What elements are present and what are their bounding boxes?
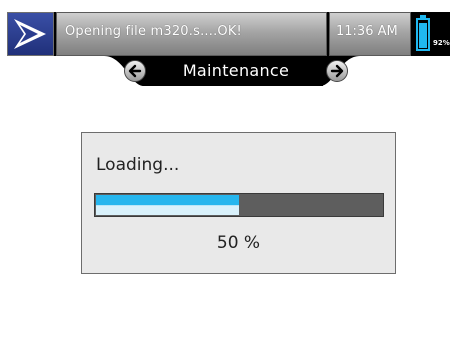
logo-icon — [14, 19, 46, 49]
status-message: Opening file m320.s....OK! — [65, 24, 242, 39]
back-button[interactable] — [124, 60, 146, 82]
progress-bar — [94, 193, 384, 217]
battery-level-fill — [419, 23, 427, 48]
arrow-right-icon — [330, 64, 344, 78]
clock-area: 11:36 AM — [329, 12, 411, 56]
nav-title-box: Maintenance — [149, 56, 323, 86]
loading-title: Loading... — [96, 155, 180, 175]
loading-dialog: Loading... 50 % — [81, 132, 396, 274]
battery-icon — [416, 15, 430, 51]
status-bar: Opening file m320.s....OK! 11:36 AM 92% — [7, 12, 450, 56]
battery-indicator: 92% — [413, 12, 450, 56]
status-message-area: Opening file m320.s....OK! — [56, 12, 327, 56]
progress-fill — [96, 195, 239, 215]
arrow-left-icon — [128, 64, 142, 78]
page-title: Maintenance — [182, 61, 290, 80]
home-logo-button[interactable] — [7, 12, 54, 56]
clock-time: 11:36 AM — [336, 24, 398, 39]
battery-percent: 92% — [433, 39, 450, 47]
forward-button[interactable] — [326, 60, 348, 82]
progress-percent: 50 % — [216, 233, 261, 253]
